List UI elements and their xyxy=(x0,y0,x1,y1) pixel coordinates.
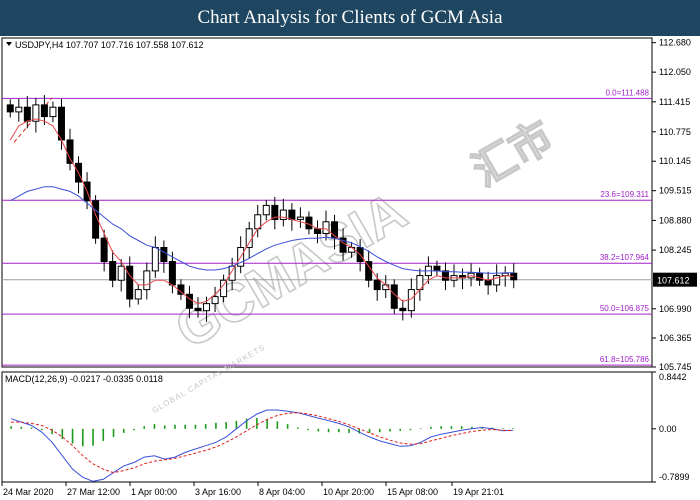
time-axis-label: 10 Apr 20:00 xyxy=(323,487,374,497)
candle-bearish xyxy=(194,307,202,312)
candle-bullish xyxy=(211,296,219,305)
macd-line xyxy=(10,409,513,482)
fib-level-label: 0.0=111.488 xyxy=(605,88,649,97)
watermark-chinese: 汇市 xyxy=(465,112,561,195)
candle-bullish xyxy=(322,221,330,234)
candle-bearish xyxy=(160,247,168,263)
candle-bullish xyxy=(203,303,211,312)
macd-panel-frame xyxy=(1,371,653,483)
candle-bullish xyxy=(220,279,228,298)
candle-bullish xyxy=(117,265,125,281)
time-axis-label: 1 Apr 00:00 xyxy=(131,487,177,497)
macd-panel-header: MACD(12,26,9) -0.0217 -0.0335 0.0118 xyxy=(5,374,163,384)
time-axis-label: 27 Mar 12:00 xyxy=(67,487,120,497)
candle-bullish xyxy=(134,289,142,300)
price-axis-label: 112.050 xyxy=(659,67,691,77)
price-axis-label: 111.415 xyxy=(659,97,690,107)
time-axis-label: 24 Mar 2020 xyxy=(3,487,54,497)
candle-bullish xyxy=(407,289,415,312)
price-axis-label: 105.745 xyxy=(659,362,692,372)
macd-axis-label: 0.00 xyxy=(659,424,677,434)
price-axis-label: 110.145 xyxy=(659,156,691,166)
candle-bullish xyxy=(151,247,159,272)
fib-level-label: 38.2=107.964 xyxy=(600,253,650,262)
chart-banner-title: Chart Analysis for Clients of GCM Asia xyxy=(0,0,700,36)
candle-bullish xyxy=(143,270,151,291)
candle-bearish xyxy=(185,293,193,309)
chart-canvas: GCMASIA 汇市 GLOBAL CAPITAL MARKETS 0.0=111.… xyxy=(1,37,697,497)
candle-bullish xyxy=(245,228,253,249)
candle-bearish xyxy=(305,216,313,230)
price-panel-frame xyxy=(1,37,653,368)
macd-signal-line xyxy=(11,412,513,474)
time-axis-label: 15 Apr 08:00 xyxy=(387,487,438,497)
watermark-tagline: GLOBAL CAPITAL MARKETS xyxy=(151,343,267,415)
price-axis-label: 109.515 xyxy=(659,186,692,196)
fib-level-label: 50.0=106.875 xyxy=(600,304,650,313)
collapse-triangle-icon xyxy=(6,42,12,46)
price-axis-label: 108.245 xyxy=(659,245,692,255)
candle-bullish xyxy=(49,106,57,118)
candle-bullish xyxy=(296,216,304,220)
price-axis-label: 108.880 xyxy=(659,215,692,225)
time-axis-label: 8 Apr 04:00 xyxy=(259,487,305,497)
candle-bearish xyxy=(399,307,407,312)
candle-bearish xyxy=(433,265,441,272)
candle-bullish xyxy=(262,204,270,216)
candle-bearish xyxy=(484,279,492,286)
candle-bearish xyxy=(109,261,117,281)
fib-level-label: 61.8=105.786 xyxy=(600,355,650,364)
candle-bullish xyxy=(15,106,23,113)
price-axis-label: 106.365 xyxy=(659,333,692,343)
price-panel-header: USDJPY,H4 107.707 107.716 107.558 107.61… xyxy=(15,40,204,50)
candle-bearish xyxy=(288,209,296,220)
candle-bearish xyxy=(365,261,373,281)
candle-bearish xyxy=(66,139,74,164)
fib-level-label: 23.6=109.311 xyxy=(600,190,649,199)
candle-bearish xyxy=(23,106,31,122)
macd-axis-label: -0.7899 xyxy=(659,472,690,482)
watermark-brand: GCMASIA xyxy=(166,181,417,360)
price-axis-label: 112.680 xyxy=(659,38,691,48)
candle-bearish xyxy=(6,104,14,113)
candle-bearish xyxy=(126,265,134,300)
time-axis-label: 3 Apr 16:00 xyxy=(195,487,241,497)
candle-bearish xyxy=(40,104,48,118)
price-axis-label: 110.775 xyxy=(659,127,691,137)
candle-bearish xyxy=(57,106,65,141)
price-axis-label: 106.990 xyxy=(659,304,692,314)
candle-bearish xyxy=(313,228,321,234)
candle-bearish xyxy=(100,237,108,263)
candle-bearish xyxy=(476,272,484,281)
current-price-label: 107.612 xyxy=(657,276,690,286)
macd-axis-label: 0.8442 xyxy=(659,372,687,382)
candle-bearish xyxy=(373,279,381,291)
candle-bearish xyxy=(168,261,176,286)
time-axis-label: 19 Apr 21:01 xyxy=(453,487,504,497)
